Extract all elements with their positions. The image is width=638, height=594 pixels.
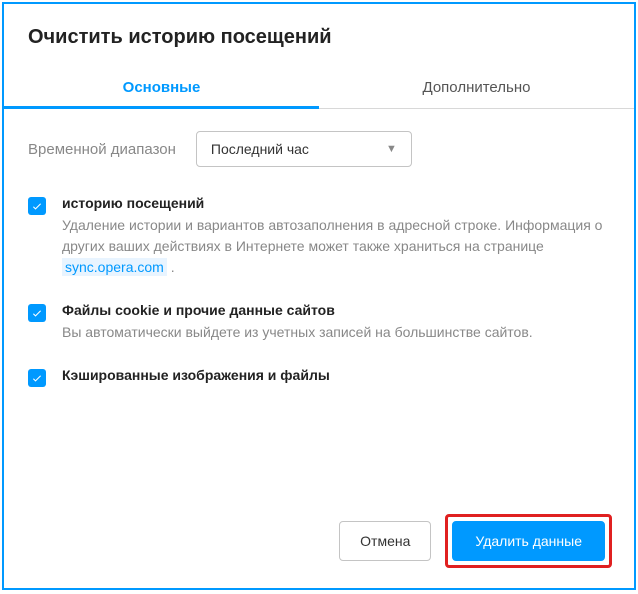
clear-history-dialog: Очистить историю посещений Основные Допо…	[2, 2, 636, 590]
time-range-select[interactable]: Последний час ▼	[196, 131, 412, 167]
tabs-container: Основные Дополнительно	[4, 67, 634, 109]
tab-advanced-label: Дополнительно	[423, 79, 531, 96]
option-history-title: историю посещений	[62, 195, 610, 211]
check-icon	[31, 200, 43, 212]
option-cache-content: Кэшированные изображения и файлы	[62, 367, 610, 387]
option-cookies: Файлы cookie и прочие данные сайтов Вы а…	[28, 302, 610, 343]
dialog-title: Очистить историю посещений	[4, 4, 634, 67]
option-history-desc-text2: .	[167, 259, 175, 275]
check-icon	[31, 372, 43, 384]
option-cookies-desc: Вы автоматически выйдете из учетных запи…	[62, 322, 610, 343]
dialog-footer: Отмена Удалить данные	[4, 496, 634, 588]
option-cache: Кэшированные изображения и файлы	[28, 367, 610, 387]
option-history: историю посещений Удаление истории и вар…	[28, 195, 610, 278]
sync-link[interactable]: sync.opera.com	[62, 258, 167, 276]
time-range-value: Последний час	[211, 141, 309, 157]
tab-basic[interactable]: Основные	[4, 67, 319, 108]
option-cookies-title: Файлы cookie и прочие данные сайтов	[62, 302, 610, 318]
checkbox-history[interactable]	[28, 197, 46, 215]
tab-advanced[interactable]: Дополнительно	[319, 67, 634, 108]
chevron-down-icon: ▼	[386, 143, 397, 155]
checkbox-cookies[interactable]	[28, 304, 46, 322]
time-range-label: Временной диапазон	[28, 141, 176, 158]
checkbox-cache[interactable]	[28, 369, 46, 387]
dialog-content: Временной диапазон Последний час ▼ истор…	[4, 109, 634, 496]
highlight-annotation: Удалить данные	[445, 514, 612, 568]
option-history-desc: Удаление истории и вариантов автозаполне…	[62, 215, 610, 278]
tab-basic-label: Основные	[123, 79, 201, 96]
option-history-desc-text1: Удаление истории и вариантов автозаполне…	[62, 217, 602, 254]
option-cookies-content: Файлы cookie и прочие данные сайтов Вы а…	[62, 302, 610, 343]
option-cache-title: Кэшированные изображения и файлы	[62, 367, 610, 383]
time-range-row: Временной диапазон Последний час ▼	[28, 131, 610, 167]
clear-data-button[interactable]: Удалить данные	[452, 521, 605, 561]
cancel-button[interactable]: Отмена	[339, 521, 431, 561]
option-history-content: историю посещений Удаление истории и вар…	[62, 195, 610, 278]
check-icon	[31, 307, 43, 319]
